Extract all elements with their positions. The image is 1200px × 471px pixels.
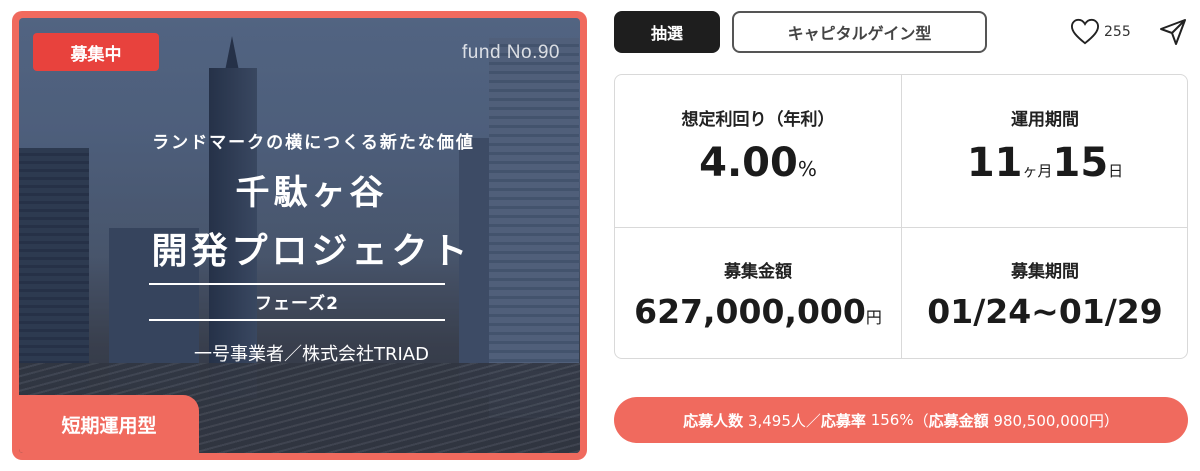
amount-unit: 円 xyxy=(865,308,882,327)
application-rate-label: 応募率 xyxy=(820,411,866,430)
amount-value-row: 627,000,000円 xyxy=(615,292,901,331)
phase-rule-bottom xyxy=(149,319,445,321)
amount-stat: 募集金額 627,000,000円 xyxy=(615,257,901,331)
amount-label: 募集金額 xyxy=(724,262,792,282)
yield-value: 4.00 xyxy=(699,140,798,186)
stats-divider-horizontal xyxy=(615,227,1187,228)
yield-value-row: 4.00% xyxy=(615,140,901,186)
recruit-period-stat: 募集期間 01/24~01/29 xyxy=(902,257,1187,331)
hero-title-line2: 開発プロジェクト xyxy=(151,231,472,272)
applicants-separator: ／ xyxy=(805,411,821,430)
lottery-tag: 抽選 xyxy=(614,11,720,53)
yield-label: 想定利回り（年利） xyxy=(681,110,835,130)
period-label: 運用期間 xyxy=(1011,110,1079,130)
operator-label: 一号事業者／株式会社TRIAD xyxy=(194,344,429,365)
project-hero-card[interactable]: 募集中 fund No.90 ランドマークの横につくる新たな価値 千駄ヶ谷 開発… xyxy=(12,11,587,460)
fund-number: fund No.90 xyxy=(462,42,560,63)
recruit-period-label: 募集期間 xyxy=(1011,262,1079,282)
period-days-unit: 日 xyxy=(1108,162,1124,180)
period-stat: 運用期間 11ヶ月15日 xyxy=(902,105,1187,186)
term-badge: 短期運用型 xyxy=(19,395,199,453)
application-amount-close: ） xyxy=(1103,411,1119,430)
period-days: 15 xyxy=(1052,140,1109,186)
investment-type-tag: キャピタルゲイン型 xyxy=(732,11,987,53)
phase-block: フェーズ2 xyxy=(149,283,445,321)
recruit-period-value: 01/24~01/29 xyxy=(927,292,1163,331)
amount-value: 627,000,000 xyxy=(634,292,866,331)
applicants-summary-bar: 応募人数 3,495人／応募率 156% （応募金額 980,500,000円） xyxy=(614,397,1188,443)
fund-stats-panel: 想定利回り（年利） 4.00% 運用期間 11ヶ月15日 募集金額 627,00… xyxy=(614,74,1188,359)
period-months-unit: ヶ月 xyxy=(1022,162,1053,180)
share-icon[interactable] xyxy=(1158,18,1188,46)
application-rate-value: 156% xyxy=(870,411,914,429)
like-count: 255 xyxy=(1104,24,1131,40)
phase-label: フェーズ2 xyxy=(255,294,339,314)
hero-image: 募集中 fund No.90 ランドマークの横につくる新たな価値 千駄ヶ谷 開発… xyxy=(19,18,580,453)
application-amount-label: 応募金額 xyxy=(928,411,989,430)
period-months: 11 xyxy=(966,140,1023,186)
like-button[interactable]: 255 xyxy=(1070,18,1131,46)
recruit-period-value-row: 01/24~01/29 xyxy=(902,292,1187,331)
applicant-count-label: 応募人数 xyxy=(683,411,744,430)
applicant-count-value: 3,495人 xyxy=(747,411,806,430)
hero-tagline: ランドマークの横につくる新たな価値 xyxy=(152,133,475,153)
yield-stat: 想定利回り（年利） 4.00% xyxy=(615,105,901,186)
application-amount-open: （ xyxy=(913,411,929,430)
hero-title-block: ランドマークの横につくる新たな価値 千駄ヶ谷 開発プロジェクト xyxy=(19,128,580,274)
hero-title-line1: 千駄ヶ谷 xyxy=(235,173,388,213)
application-amount-value: 980,500,000円 xyxy=(993,411,1104,430)
heart-icon xyxy=(1070,18,1100,45)
period-value-row: 11ヶ月15日 xyxy=(902,140,1187,186)
yield-unit: % xyxy=(797,157,817,181)
status-badge: 募集中 xyxy=(33,33,159,71)
